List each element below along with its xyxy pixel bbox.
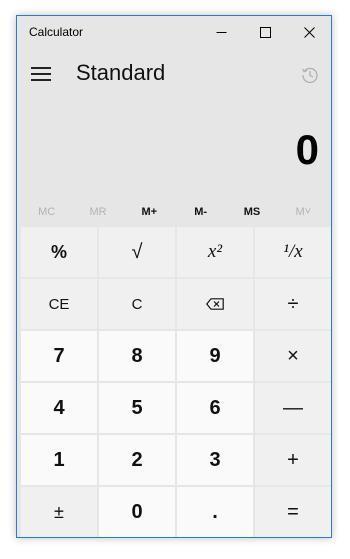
add-button[interactable]: + <box>255 435 331 485</box>
hamburger-icon <box>31 67 51 69</box>
digit-4-button[interactable]: 4 <box>21 383 97 433</box>
digit-1-button[interactable]: 1 <box>21 435 97 485</box>
memory-store-button[interactable]: MS <box>226 200 277 224</box>
menu-button[interactable] <box>31 67 51 81</box>
clear-button[interactable]: C <box>99 279 175 329</box>
square-root-button[interactable]: √ <box>99 227 175 277</box>
divide-button[interactable]: ÷ <box>255 279 331 329</box>
percent-button[interactable]: % <box>21 227 97 277</box>
digit-9-button[interactable]: 9 <box>177 331 253 381</box>
mode-title: Standard <box>76 60 166 85</box>
history-button[interactable] <box>301 66 319 84</box>
backspace-icon <box>206 298 224 310</box>
clear-entry-button[interactable]: CE <box>21 279 97 329</box>
digit-8-button[interactable]: 8 <box>99 331 175 381</box>
close-button[interactable] <box>287 16 331 48</box>
square-button[interactable]: x² <box>177 227 253 277</box>
digit-6-button[interactable]: 6 <box>177 383 253 433</box>
title-bar[interactable]: Calculator <box>17 16 331 48</box>
maximize-icon <box>259 26 271 38</box>
decimal-button[interactable]: . <box>177 487 253 537</box>
multiply-button[interactable]: × <box>255 331 331 381</box>
window-title: Calculator <box>29 25 84 39</box>
maximize-button[interactable] <box>243 16 287 48</box>
memory-recall-button[interactable]: MR <box>72 200 123 224</box>
digit-7-button[interactable]: 7 <box>21 331 97 381</box>
result-display: 0 <box>295 126 319 173</box>
subtract-button[interactable]: — <box>255 383 331 433</box>
close-icon <box>303 26 315 38</box>
digit-3-button[interactable]: 3 <box>177 435 253 485</box>
minimize-button[interactable] <box>199 16 243 48</box>
calculator-window: Calculator Standard 0 MC MR M+ M- MS M˅ … <box>16 15 332 538</box>
digit-0-button[interactable]: 0 <box>99 487 175 537</box>
negate-button[interactable]: ± <box>21 487 97 537</box>
reciprocal-button[interactable]: ¹/x <box>255 227 331 277</box>
memory-row: MC MR M+ M- MS M˅ <box>21 200 329 224</box>
digit-5-button[interactable]: 5 <box>99 383 175 433</box>
equals-button[interactable]: = <box>255 487 331 537</box>
digit-2-button[interactable]: 2 <box>99 435 175 485</box>
minimize-icon <box>216 31 226 33</box>
backspace-button[interactable] <box>177 279 253 329</box>
history-icon <box>301 67 318 84</box>
memory-list-button[interactable]: M˅ <box>278 200 329 224</box>
memory-add-button[interactable]: M+ <box>124 200 175 224</box>
keypad: % √ x² ¹/x CE C ÷ 7 8 9 × 4 5 6 — 1 2 3 … <box>21 227 331 537</box>
memory-subtract-button[interactable]: M- <box>175 200 226 224</box>
memory-clear-button[interactable]: MC <box>21 200 72 224</box>
